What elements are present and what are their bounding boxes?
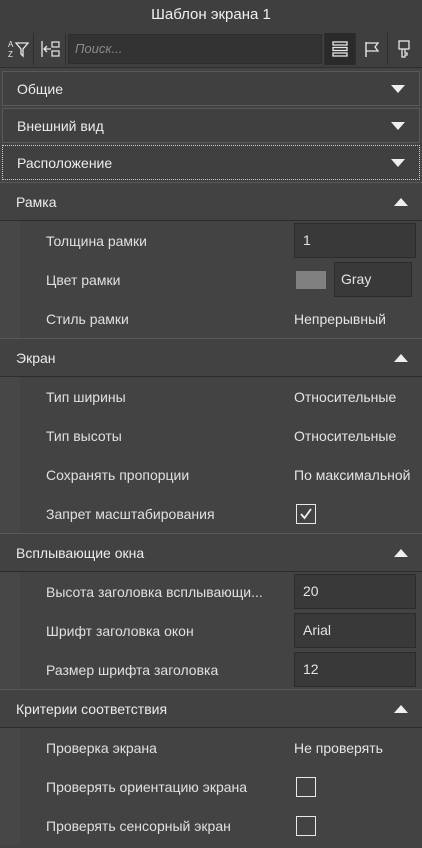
popup-header-font-size-field[interactable]: 12: [294, 652, 416, 687]
chevron-down-icon[interactable]: [391, 84, 405, 93]
orientation-check-checkbox[interactable]: [296, 776, 316, 797]
sort-az-filter-icon[interactable]: A Z: [2, 32, 34, 65]
section-label: Рамка: [16, 193, 57, 210]
prop-label: Сохранять пропорции: [46, 466, 190, 483]
touch-check-checkbox[interactable]: [296, 815, 316, 836]
section-general[interactable]: Общие: [2, 71, 420, 106]
prop-label: Проверять сенсорный экран: [46, 817, 231, 834]
section-label: Экран: [16, 349, 56, 366]
section-label: Внешний вид: [17, 117, 104, 134]
popup-header-font-field[interactable]: Arial: [294, 613, 416, 648]
list-view-icon[interactable]: [324, 32, 356, 65]
key-icon[interactable]: [388, 33, 420, 65]
prop-row-popup-header-font: Шрифт заголовка окон Arial: [0, 611, 422, 650]
section-screen[interactable]: Экран: [0, 338, 422, 377]
prop-row-keep-proportions: Сохранять пропорции По максимальной: [0, 455, 422, 494]
frame-color-field[interactable]: Gray: [334, 262, 412, 297]
prop-label: Размер шрифта заголовка: [46, 661, 219, 678]
section-criteria[interactable]: Критерии соответствия: [0, 689, 422, 728]
chevron-down-icon[interactable]: [391, 121, 405, 130]
prop-row-orientation-check: Проверять ориентацию экрана: [0, 767, 422, 806]
prop-label: Шрифт заголовка окон: [46, 622, 194, 639]
prop-row-screen-check: Проверка экрана Не проверять: [0, 728, 422, 767]
section-frame[interactable]: Рамка: [0, 182, 422, 221]
section-popups[interactable]: Всплывающие окна: [0, 533, 422, 572]
prop-label: Цвет рамки: [46, 271, 121, 288]
flag-icon[interactable]: [356, 32, 388, 65]
checkmark-icon: [300, 507, 312, 519]
section-appearance[interactable]: Внешний вид: [2, 108, 420, 143]
svg-text:Z: Z: [8, 50, 13, 59]
prop-label: Тип ширины: [46, 388, 126, 405]
scale-forbid-checkbox[interactable]: [296, 503, 316, 524]
section-label: Критерии соответствия: [16, 700, 168, 717]
prop-label: Толщина рамки: [46, 232, 147, 249]
section-location[interactable]: Расположение: [2, 145, 420, 180]
prop-row-height-type: Тип высоты Относительные: [0, 416, 422, 455]
toolbar: A Z: [0, 30, 422, 68]
prop-label: Проверка экрана: [46, 739, 157, 756]
prop-row-popup-header-font-size: Размер шрифта заголовка 12: [0, 650, 422, 689]
svg-text:A: A: [8, 40, 14, 49]
prop-label: Стиль рамки: [46, 310, 129, 327]
color-swatch[interactable]: [296, 270, 326, 289]
search-input[interactable]: [68, 33, 322, 64]
prop-label: Тип высоты: [46, 427, 122, 444]
prop-row-frame-style: Стиль рамки Непрерывный: [0, 299, 422, 338]
chevron-up-icon[interactable]: [394, 197, 408, 206]
screen-check-value[interactable]: Не проверять: [290, 728, 422, 767]
width-type-value[interactable]: Относительные: [290, 377, 422, 416]
section-label: Общие: [17, 80, 64, 97]
panel-title: Шаблон экрана 1: [0, 0, 422, 30]
keep-proportions-value[interactable]: По максимальной: [290, 455, 422, 494]
frame-style-value[interactable]: Непрерывный: [290, 299, 422, 338]
collapse-expand-icon[interactable]: [34, 32, 66, 65]
prop-row-touch-check: Проверять сенсорный экран: [0, 806, 422, 845]
prop-row-width-type: Тип ширины Относительные: [0, 377, 422, 416]
frame-thickness-field[interactable]: 1: [294, 223, 416, 258]
chevron-down-icon[interactable]: [391, 158, 405, 167]
prop-row-frame-color: Цвет рамки Gray: [0, 260, 422, 299]
chevron-up-icon[interactable]: [394, 704, 408, 713]
height-type-value[interactable]: Относительные: [290, 416, 422, 455]
section-label: Всплывающие окна: [16, 544, 145, 561]
section-label: Расположение: [17, 154, 113, 171]
popup-header-height-field[interactable]: 20: [294, 574, 416, 609]
prop-row-popup-header-height: Высота заголовка всплывающи... 20: [0, 572, 422, 611]
prop-label: Запрет масштабирования: [46, 505, 215, 522]
chevron-up-icon[interactable]: [394, 548, 408, 557]
prop-row-frame-thickness: Толщина рамки 1: [0, 221, 422, 260]
prop-row-scale-forbid: Запрет масштабирования: [0, 494, 422, 533]
prop-label: Высота заголовка всплывающи...: [46, 583, 263, 600]
property-sections: Общие Внешний вид Расположение Рамка Тол…: [0, 69, 422, 845]
prop-label: Проверять ориентацию экрана: [46, 778, 248, 795]
chevron-up-icon[interactable]: [394, 353, 408, 362]
